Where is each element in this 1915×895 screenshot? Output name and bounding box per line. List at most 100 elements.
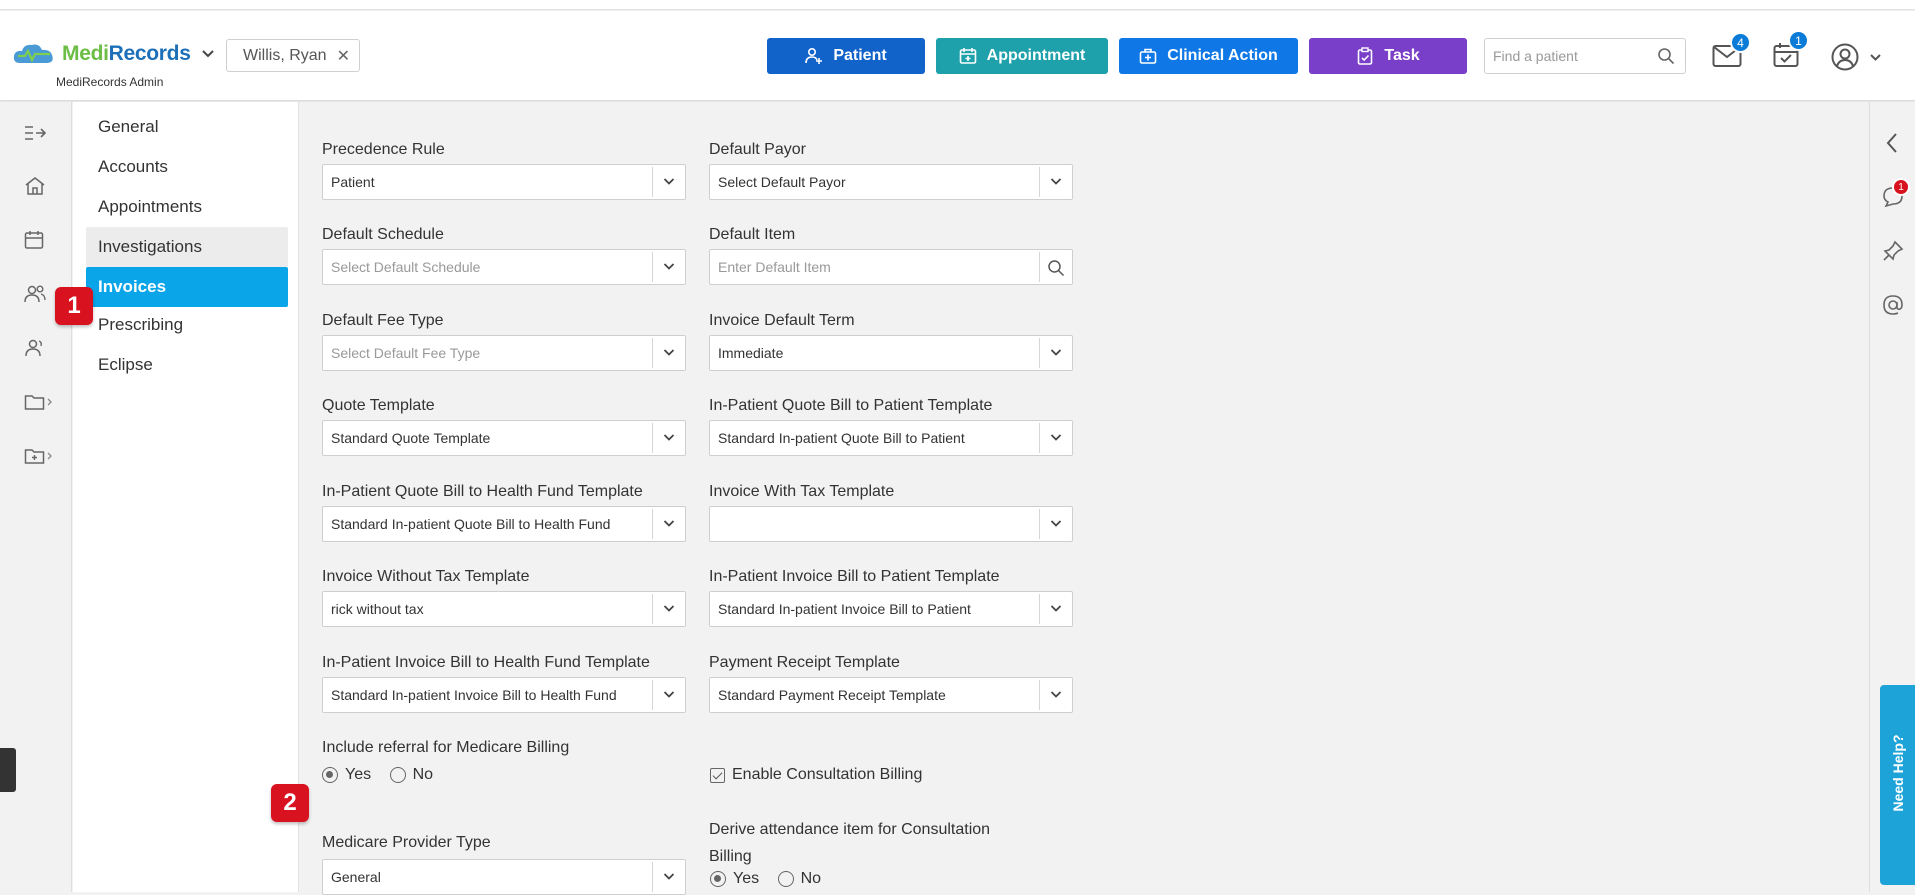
expand-menu-icon[interactable]	[24, 124, 46, 142]
clinical-action-button-label: Clinical Action	[1167, 47, 1278, 64]
folder-icon[interactable]	[24, 392, 58, 412]
patient-button-label: Patient	[833, 47, 887, 64]
subnav-item-general[interactable]: General	[86, 107, 288, 147]
new-patient-button[interactable]: Patient	[767, 38, 925, 74]
current-patient-chip[interactable]: Willis, Ryan ✕	[226, 39, 360, 72]
pin-icon[interactable]	[1882, 240, 1904, 262]
invoice-without-tax-label: Invoice Without Tax Template	[322, 568, 530, 585]
chevron-left-icon[interactable]	[1885, 132, 1899, 154]
patient-search-input[interactable]	[1485, 39, 1645, 73]
inpatient-invoice-fund-select[interactable]: Standard In-patient Invoice Bill to Heal…	[322, 677, 686, 713]
chevron-down-icon[interactable]	[201, 49, 215, 59]
include-referral-label: Include referral for Medicare Billing	[322, 739, 570, 756]
need-help-label: Need Help?	[1890, 734, 1906, 812]
invoice-without-tax-value: rick without tax	[331, 601, 424, 617]
cloud-logo-icon	[13, 44, 53, 63]
new-clinical-action-button[interactable]: Clinical Action	[1119, 38, 1298, 74]
chevron-down-icon	[663, 263, 675, 270]
app-logo[interactable]: MediRecords	[12, 41, 215, 67]
inpatient-quote-patient-label: In-Patient Quote Bill to Patient Templat…	[709, 397, 993, 414]
user-avatar-icon	[1831, 43, 1859, 71]
default-item-placeholder: Enter Default Item	[718, 259, 831, 275]
step-marker-2: 2	[271, 784, 309, 822]
tasks-button[interactable]: 1	[1773, 30, 1809, 73]
new-task-button[interactable]: Task	[1309, 38, 1467, 74]
precedence-rule-select[interactable]: Patient	[322, 164, 686, 200]
precedence-rule-label: Precedence Rule	[322, 141, 445, 158]
notifications-button[interactable]: 1	[1882, 178, 1910, 213]
chevron-down-icon	[1050, 691, 1062, 698]
include-referral-no-radio[interactable]	[389, 767, 406, 783]
messages-button[interactable]: 4	[1712, 32, 1751, 73]
payment-receipt-select[interactable]: Standard Payment Receipt Template	[709, 677, 1073, 713]
payment-receipt-value: Standard Payment Receipt Template	[718, 687, 946, 703]
inpatient-invoice-patient-select[interactable]: Standard In-patient Invoice Bill to Pati…	[709, 591, 1073, 627]
inpatient-quote-patient-value: Standard In-patient Quote Bill to Patien…	[718, 430, 965, 446]
subnav-item-prescribing[interactable]: Prescribing	[86, 305, 288, 345]
user-menu[interactable]	[1831, 43, 1882, 71]
include-referral-yes-radio[interactable]	[322, 767, 338, 783]
inpatient-quote-patient-select[interactable]: Standard In-patient Quote Bill to Patien…	[709, 420, 1073, 456]
invoice-without-tax-select[interactable]: rick without tax	[322, 591, 686, 627]
search-icon[interactable]	[1657, 47, 1675, 65]
calendar-add-icon	[959, 48, 976, 64]
default-payor-select[interactable]: Select Default Payor	[709, 164, 1073, 200]
new-appointment-button[interactable]: Appointment	[936, 38, 1108, 74]
subnav-item-investigations[interactable]: Investigations	[86, 227, 288, 267]
include-referral-radio-group: Yes No	[322, 766, 447, 784]
precedence-rule-value: Patient	[331, 174, 375, 190]
home-icon[interactable]	[24, 176, 46, 196]
quote-template-select[interactable]: Standard Quote Template	[322, 420, 686, 456]
derive-attendance-no-radio[interactable]	[777, 871, 794, 887]
contacts-icon[interactable]	[24, 338, 46, 358]
default-fee-type-placeholder: Select Default Fee Type	[331, 345, 481, 361]
medicare-provider-type-value: General	[331, 869, 381, 885]
inpatient-quote-fund-select[interactable]: Standard In-patient Quote Bill to Health…	[322, 506, 686, 542]
default-schedule-select[interactable]: Select Default Schedule	[322, 249, 686, 285]
chevron-down-icon	[1050, 605, 1062, 612]
patient-search	[1484, 38, 1686, 74]
messages-count-badge: 4	[1730, 32, 1751, 53]
chevron-down-icon	[663, 605, 675, 612]
derive-attendance-label: Derive attendance item for Consultation …	[709, 821, 991, 865]
default-item-input[interactable]: Enter Default Item	[709, 249, 1073, 285]
default-fee-type-label: Default Fee Type	[322, 312, 444, 329]
subnav-item-appointments[interactable]: Appointments	[86, 187, 288, 227]
derive-attendance-yes-radio[interactable]	[710, 871, 726, 887]
patients-icon[interactable]	[24, 284, 46, 304]
chevron-down-icon	[1050, 434, 1062, 441]
subnav-item-accounts[interactable]: Accounts	[86, 147, 288, 187]
invoice-with-tax-label: Invoice With Tax Template	[709, 483, 895, 500]
default-schedule-label: Default Schedule	[322, 226, 444, 243]
chevron-down-icon	[663, 691, 675, 698]
inpatient-invoice-fund-label: In-Patient Invoice Bill to Health Fund T…	[322, 654, 650, 671]
search-icon[interactable]	[1047, 259, 1065, 277]
include-referral-yes-label: Yes	[345, 766, 372, 783]
default-fee-type-select[interactable]: Select Default Fee Type	[322, 335, 686, 371]
tasks-count-badge: 1	[1788, 30, 1809, 51]
quote-template-label: Quote Template	[322, 397, 435, 414]
default-item-label: Default Item	[709, 226, 796, 243]
folder-add-icon[interactable]	[24, 446, 58, 466]
close-icon[interactable]: ✕	[337, 46, 350, 66]
medicare-provider-type-select[interactable]: General	[322, 859, 686, 895]
invoice-with-tax-select[interactable]	[709, 506, 1073, 542]
invoice-default-term-select[interactable]: Immediate	[709, 335, 1073, 371]
enable-consultation-checkbox[interactable]	[710, 767, 725, 783]
at-sign-icon[interactable]	[1882, 294, 1904, 316]
task-button-label: Task	[1384, 47, 1420, 64]
chevron-down-icon	[663, 349, 675, 356]
derive-attendance-yes-label: Yes	[733, 870, 760, 887]
default-schedule-placeholder: Select Default Schedule	[331, 259, 481, 275]
clipboard-icon	[1358, 47, 1373, 65]
calendar-icon[interactable]	[24, 230, 44, 250]
subnav-item-eclipse[interactable]: Eclipse	[86, 345, 288, 385]
chevron-down-icon	[1870, 53, 1881, 61]
left-edge-tab[interactable]	[0, 748, 16, 792]
need-help-tab[interactable]: Need Help?	[1880, 685, 1915, 885]
chevron-down-icon	[1050, 349, 1062, 356]
inpatient-quote-fund-value: Standard In-patient Quote Bill to Health…	[331, 516, 611, 532]
default-payor-value: Select Default Payor	[718, 174, 846, 190]
settings-subnav: General Accounts Appointments Investigat…	[73, 102, 299, 892]
subnav-item-invoices[interactable]: Invoices	[86, 267, 288, 307]
